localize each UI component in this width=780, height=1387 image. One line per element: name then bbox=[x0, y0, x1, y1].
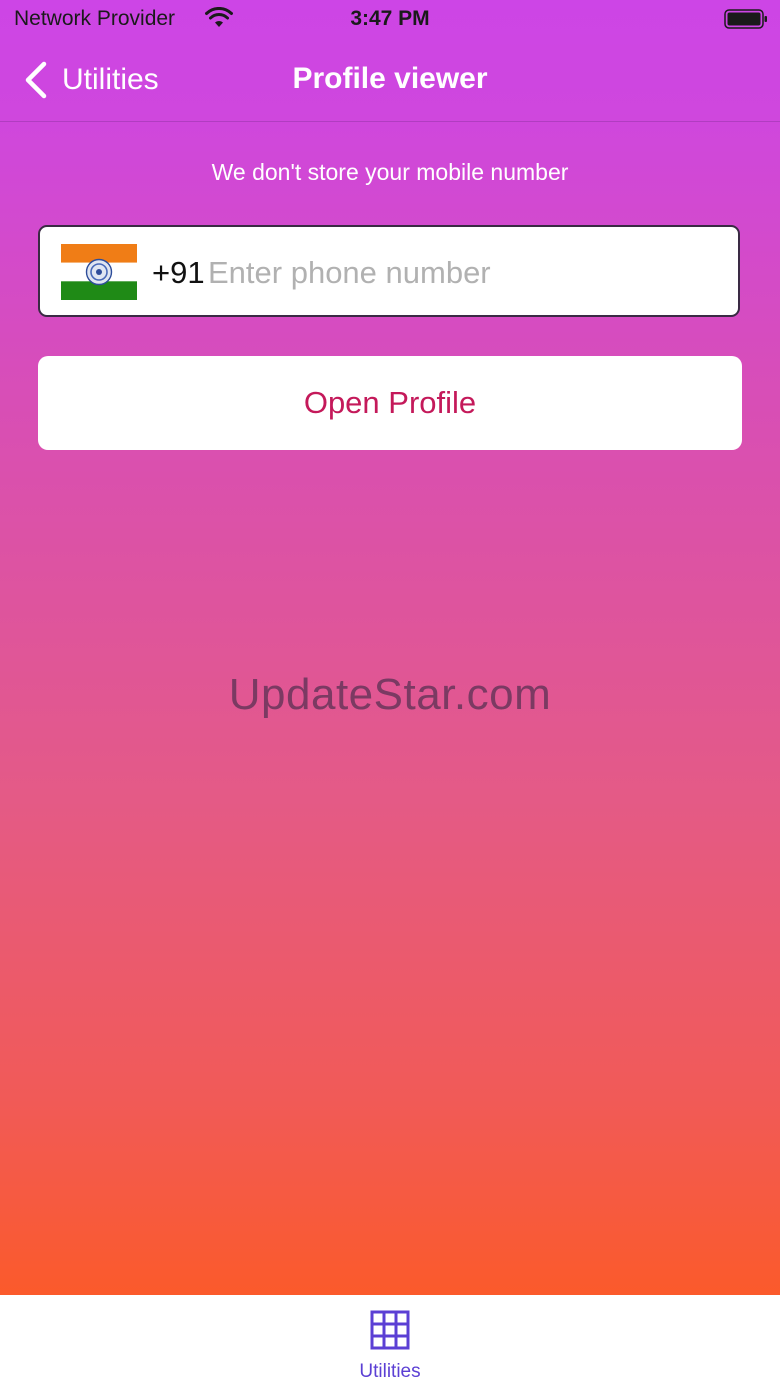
status-time: 3:47 PM bbox=[350, 7, 430, 30]
grid-icon bbox=[370, 1310, 410, 1350]
india-flag-icon[interactable] bbox=[61, 244, 137, 300]
navigation-bar: Utilities Profile viewer bbox=[0, 40, 780, 122]
open-profile-button[interactable]: Open Profile bbox=[38, 356, 742, 450]
phone-number-field: +91 bbox=[38, 225, 740, 317]
battery-icon bbox=[724, 9, 767, 29]
dial-code: +91 bbox=[152, 255, 205, 290]
phone-number-input[interactable] bbox=[208, 245, 718, 301]
tab-utilities[interactable]: Utilities bbox=[330, 1295, 450, 1387]
status-bar: Network Provider 3:47 PM bbox=[0, 0, 780, 40]
privacy-note: We don't store your mobile number bbox=[211, 159, 569, 185]
profile-viewer-screen: Network Provider 3:47 PM Utilities Profi… bbox=[0, 0, 780, 1387]
tab-label: Utilities bbox=[359, 1361, 421, 1382]
tab-bar: Utilities bbox=[0, 1295, 780, 1387]
page-title: Profile viewer bbox=[292, 62, 488, 95]
watermark-text: UpdateStar.com bbox=[228, 670, 552, 719]
